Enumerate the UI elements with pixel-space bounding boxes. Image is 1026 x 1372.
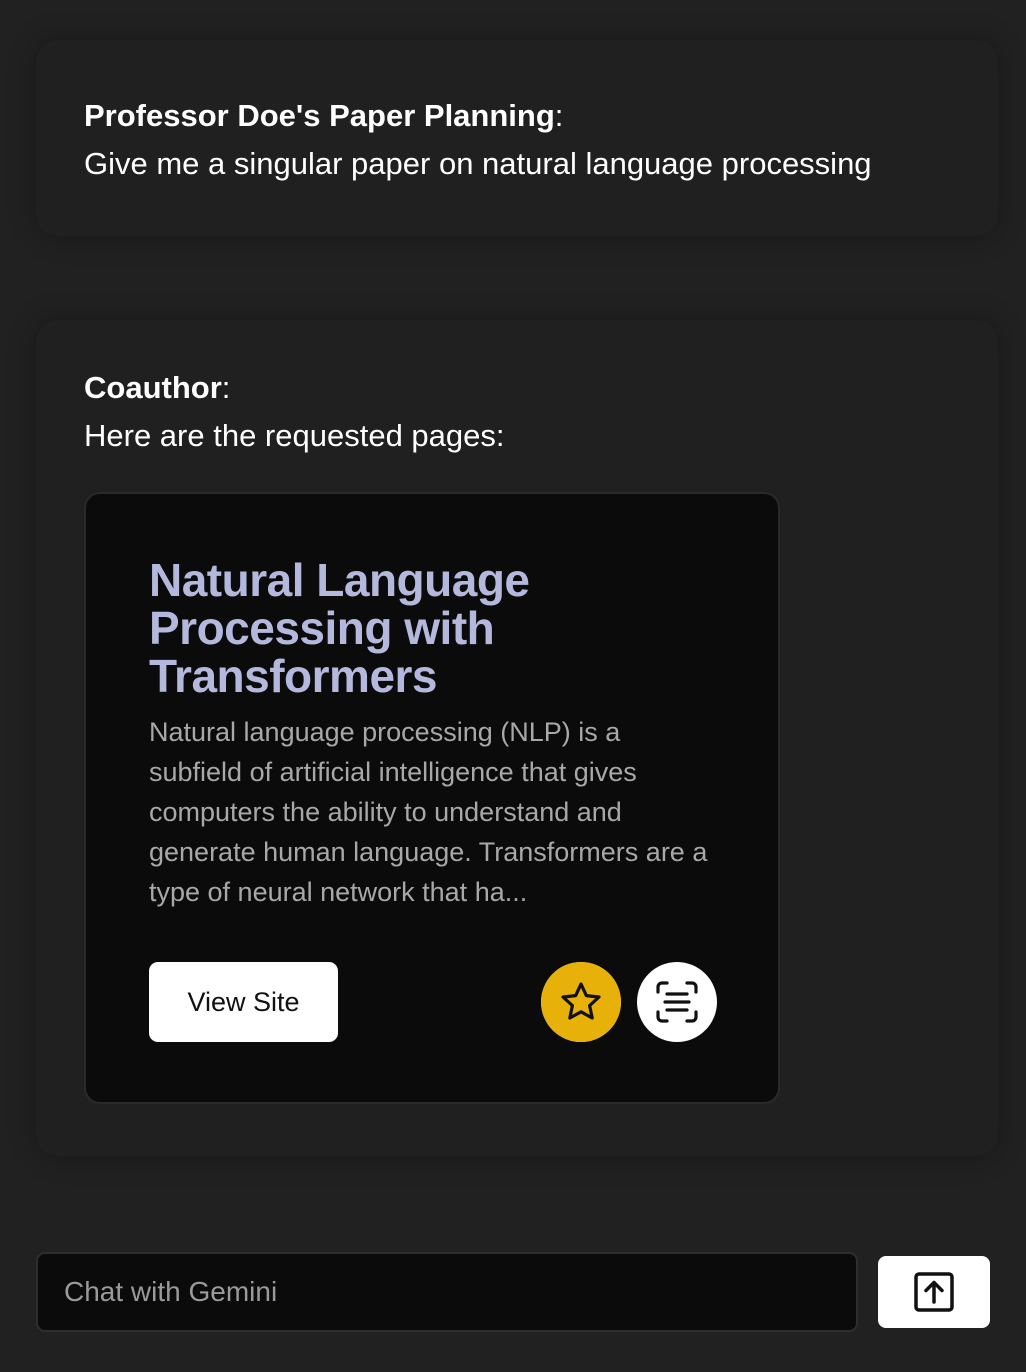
favorite-button[interactable] bbox=[541, 962, 621, 1042]
assistant-message: Coauthor: Here are the requested pages: … bbox=[36, 320, 998, 1156]
user-message-content: Professor Doe's Paper Planning: Give me … bbox=[84, 92, 872, 188]
text-scan-icon bbox=[656, 981, 698, 1023]
scan-text-button[interactable] bbox=[637, 962, 717, 1042]
assistant-message-text: Here are the requested pages: bbox=[84, 418, 505, 453]
assistant-message-sender: Coauthor bbox=[84, 370, 222, 405]
assistant-message-content: Coauthor: Here are the requested pages: bbox=[84, 364, 505, 460]
user-message-separator: : bbox=[554, 98, 564, 133]
user-message: Professor Doe's Paper Planning: Give me … bbox=[36, 40, 998, 236]
chat-input[interactable] bbox=[36, 1252, 858, 1332]
paper-result-card: Natural Language Processing with Transfo… bbox=[84, 492, 780, 1104]
assistant-message-separator: : bbox=[221, 370, 231, 405]
view-site-button[interactable]: View Site bbox=[149, 962, 338, 1042]
paper-description: Natural language processing (NLP) is a s… bbox=[149, 717, 708, 907]
paper-title: Natural Language Processing with Transfo… bbox=[149, 554, 530, 702]
star-icon bbox=[541, 962, 621, 1042]
user-message-text: Give me a singular paper on natural lang… bbox=[84, 146, 872, 181]
arrow-up-square-icon bbox=[914, 1272, 954, 1312]
send-button[interactable] bbox=[878, 1256, 990, 1328]
user-message-sender: Professor Doe's Paper Planning bbox=[84, 98, 555, 133]
